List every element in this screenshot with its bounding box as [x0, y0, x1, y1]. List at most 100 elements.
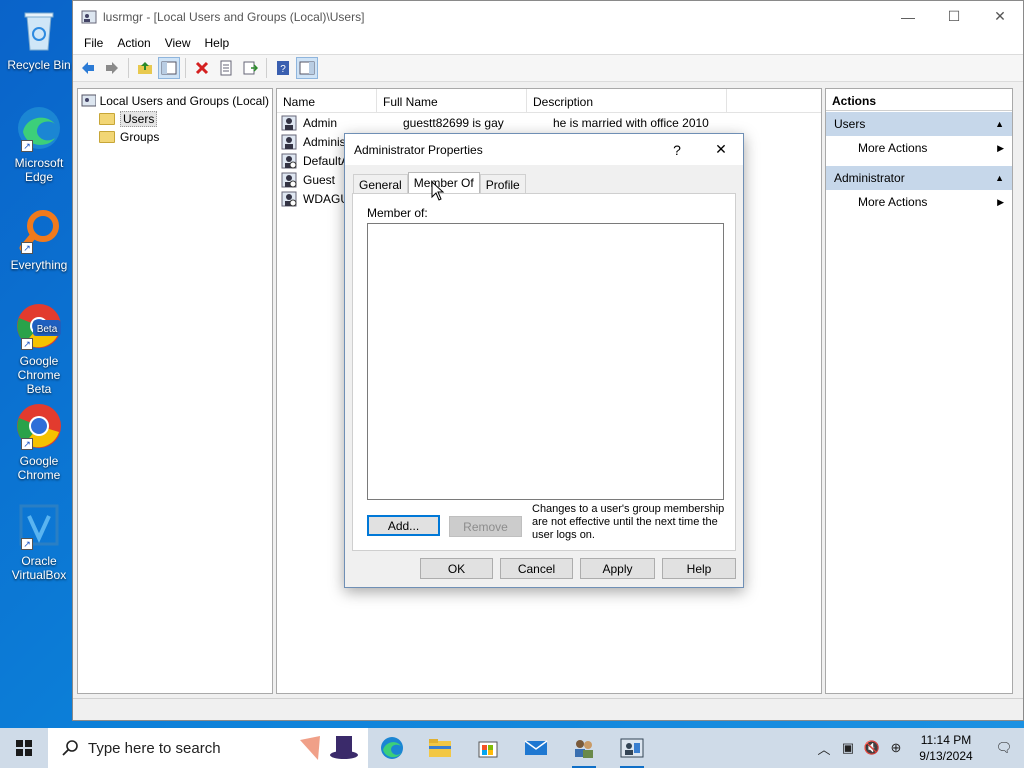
column-header-description[interactable]: Description — [527, 89, 727, 112]
show-hide-action-pane-button[interactable] — [296, 57, 318, 79]
forward-button[interactable] — [101, 57, 123, 79]
windows-logo-icon — [16, 740, 32, 756]
search-icon — [62, 740, 78, 756]
apply-button[interactable]: Apply — [580, 558, 655, 579]
more-actions-label: More Actions — [858, 195, 928, 209]
desktop-icon-label: Google Chrome Beta — [17, 354, 61, 396]
minimize-button[interactable]: — — [885, 1, 931, 32]
taskbar-store[interactable] — [464, 728, 512, 768]
close-button[interactable]: ✕ — [977, 1, 1023, 32]
column-header-name[interactable]: Name — [277, 89, 377, 112]
export-list-icon — [243, 61, 258, 75]
tree-item-users[interactable]: Users — [81, 110, 269, 128]
close-icon: ✕ — [715, 141, 727, 157]
menu-help[interactable]: Help — [198, 36, 237, 50]
collapse-up-icon: ▲ — [995, 119, 1004, 129]
tree-root-label: Local Users and Groups (Local) — [99, 94, 269, 108]
submenu-arrow-icon: ▶ — [997, 196, 1004, 207]
export-list-button[interactable] — [239, 57, 261, 79]
add-button[interactable]: Add... — [367, 515, 440, 536]
network-globe-icon[interactable]: ⊕ — [884, 740, 908, 756]
window-titlebar[interactable]: lusrmgr - [Local Users and Groups (Local… — [73, 1, 1023, 32]
show-hidden-icons-chevron-icon[interactable]: ︿ — [812, 739, 836, 758]
svg-text:?: ? — [280, 64, 286, 75]
maximize-button[interactable]: ☐ — [931, 1, 977, 32]
more-actions-administrator[interactable]: More Actions ▶ — [826, 190, 1012, 214]
context-help-button[interactable]: ? — [655, 142, 699, 158]
taskbar: Type here to search ︿ ▣ 🔇 ⊕ 11:14 PM 9/1… — [0, 728, 1024, 768]
meet-now-icon[interactable]: ▣ — [836, 740, 860, 756]
remove-button[interactable]: Remove — [449, 516, 522, 537]
actions-section-title: Users — [834, 117, 866, 131]
delete-button[interactable] — [191, 57, 213, 79]
users-computer-icon — [81, 94, 96, 107]
disabled-user-icon — [281, 153, 297, 168]
table-row[interactable]: Admin guestt82699 is gay he is married w… — [277, 113, 821, 132]
start-button[interactable] — [0, 728, 48, 768]
volume-muted-icon[interactable]: 🔇 — [860, 740, 884, 756]
desktop-icon-virtualbox[interactable]: ↗ Oracle VirtualBox — [4, 502, 74, 582]
forward-arrow-icon — [106, 62, 118, 74]
desktop-icon-everything[interactable]: ↗ Everything — [4, 206, 74, 272]
back-button[interactable] — [77, 57, 99, 79]
desktop-icon-chrome-beta[interactable]: Beta ↗ Google Chrome Beta — [4, 302, 74, 396]
console-tree-icon — [161, 61, 177, 75]
column-header-full-name[interactable]: Full Name — [377, 89, 527, 112]
more-actions-users[interactable]: More Actions ▶ — [826, 136, 1012, 160]
action-pane-icon — [299, 61, 315, 75]
tree-item-label: Users — [120, 111, 158, 127]
taskbar-lusrmgr[interactable] — [608, 728, 656, 768]
edge-icon — [381, 737, 403, 759]
menu-action[interactable]: Action — [110, 36, 157, 50]
cell-full-name: guestt82699 is gay — [403, 115, 504, 130]
membership-note: Changes to a user's group membership are… — [532, 503, 725, 541]
actions-section-administrator[interactable]: Administrator ▲ — [826, 166, 1012, 190]
desktop-icon-chrome[interactable]: ↗ Google Chrome — [4, 402, 74, 482]
actions-section-title: Administrator — [834, 171, 905, 185]
menu-file[interactable]: File — [77, 36, 110, 50]
cancel-button[interactable]: Cancel — [500, 558, 573, 579]
tree-root[interactable]: Local Users and Groups (Local) — [81, 92, 269, 110]
toolbar: ? — [73, 54, 1023, 82]
search-highlight-illustration-icon — [300, 736, 358, 760]
taskbar-edge[interactable] — [368, 728, 416, 768]
help-button[interactable]: ? — [272, 57, 294, 79]
dialog-close-button[interactable]: ✕ — [699, 141, 743, 158]
close-icon: ✕ — [994, 8, 1006, 24]
properties-button[interactable] — [215, 57, 237, 79]
help-book-icon: ? — [277, 61, 289, 75]
properties-icon — [220, 60, 232, 76]
disabled-user-icon — [281, 191, 297, 206]
desktop-icon-label: Oracle VirtualBox — [11, 554, 67, 582]
file-explorer-icon — [429, 739, 451, 757]
member-of-listbox[interactable] — [367, 223, 724, 500]
tab-profile[interactable]: Profile — [479, 174, 526, 194]
shortcut-arrow-icon: ↗ — [21, 538, 33, 550]
notification-center-icon[interactable]: 🗨 — [984, 740, 1024, 756]
minimize-icon: — — [901, 8, 915, 25]
ok-button[interactable]: OK — [420, 558, 493, 579]
menu-view[interactable]: View — [158, 36, 198, 50]
dialog-title: Administrator Properties — [354, 142, 483, 157]
back-arrow-icon — [82, 62, 94, 74]
user-icon — [281, 134, 297, 149]
dialog-titlebar[interactable]: Administrator Properties ? ✕ — [345, 134, 743, 165]
desktop-icon-label: Microsoft Edge — [14, 156, 64, 184]
help-button[interactable]: Help — [662, 558, 736, 579]
folder-icon — [99, 131, 115, 143]
tree-item-groups[interactable]: Groups — [81, 128, 269, 146]
svg-text:Beta: Beta — [37, 324, 58, 335]
tab-general[interactable]: General — [353, 174, 408, 194]
desktop-icon-edge[interactable]: ↗ Microsoft Edge — [4, 104, 74, 184]
up-one-level-button[interactable] — [134, 57, 156, 79]
actions-section-users[interactable]: Users ▲ — [826, 112, 1012, 136]
clock[interactable]: 11:14 PM 9/13/2024 — [908, 732, 984, 764]
window-title: lusrmgr - [Local Users and Groups (Local… — [103, 9, 365, 24]
taskbar-users-app[interactable] — [560, 728, 608, 768]
desktop-icon-recycle-bin[interactable]: Recycle Bin — [4, 6, 74, 72]
taskbar-mail[interactable] — [512, 728, 560, 768]
show-hide-console-tree-button[interactable] — [158, 57, 180, 79]
taskbar-search-box[interactable]: Type here to search — [48, 728, 368, 768]
list-header: Name Full Name Description — [277, 89, 821, 113]
taskbar-file-explorer[interactable] — [416, 728, 464, 768]
